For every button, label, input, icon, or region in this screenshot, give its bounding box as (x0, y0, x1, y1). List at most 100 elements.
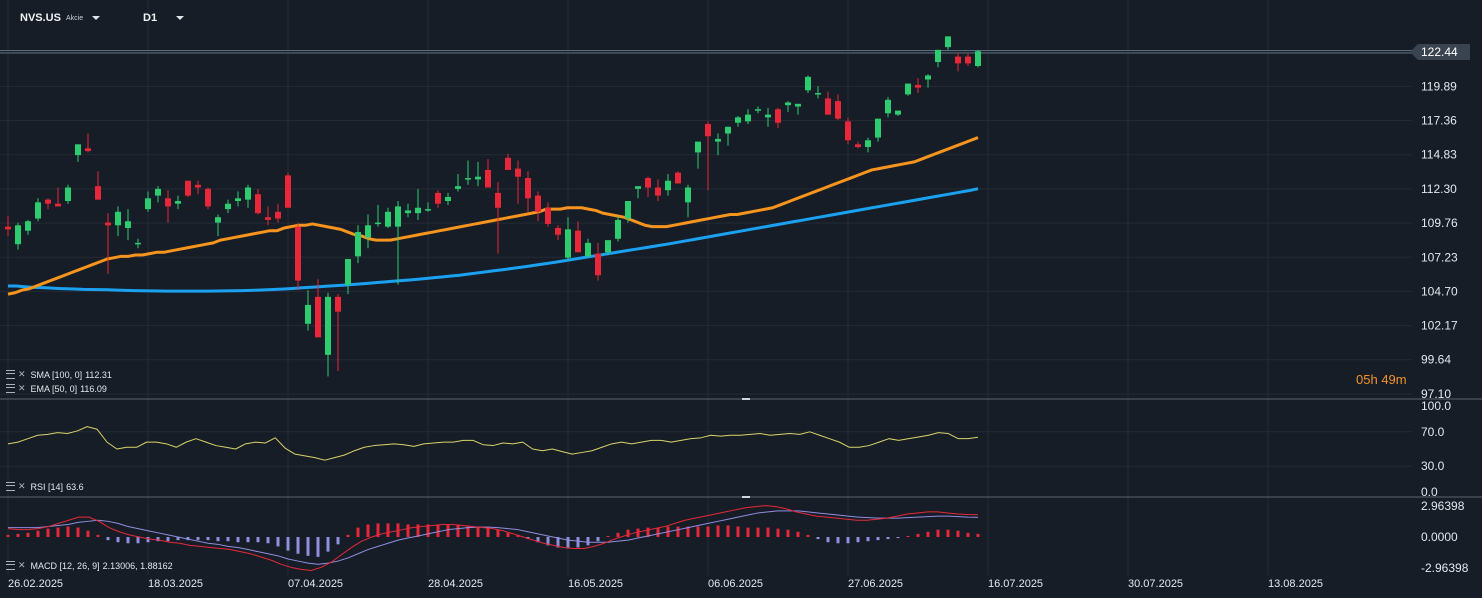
candle-body (785, 102, 791, 106)
macd-histogram-bar (346, 534, 350, 537)
symbol-selector[interactable]: NVS.US Akcie (20, 12, 101, 24)
candle-body (335, 296, 341, 312)
candle-body (715, 138, 721, 142)
last-price-label: 122.44 (1421, 45, 1458, 59)
settings-lines-icon[interactable] (6, 482, 15, 491)
macd-histogram-bar (236, 537, 240, 543)
rsi-legend[interactable]: ✕ RSI [14] 63.6 (6, 481, 84, 492)
macd-histogram-bar (796, 531, 800, 537)
macd-histogram-bar (96, 534, 100, 537)
candle-body (35, 202, 41, 219)
macd-histogram-bar (76, 527, 80, 537)
ema-legend-value: 116.09 (80, 383, 107, 394)
candle-body (365, 225, 371, 238)
candle-body (385, 211, 391, 227)
macd-histogram-bar (976, 533, 980, 537)
macd-histogram-bar (826, 537, 830, 543)
candle-body (575, 230, 581, 253)
symbol-label: NVS.US (20, 12, 61, 24)
macd-histogram-bar (6, 534, 10, 537)
macd-histogram-bar (366, 524, 370, 537)
macd-histogram-bar (706, 526, 710, 537)
candle-body (465, 178, 471, 180)
candle-body (275, 211, 281, 219)
candle-body (245, 187, 251, 200)
price-tick-label: 107.23 (1421, 250, 1458, 264)
sma-legend[interactable]: ✕ SMA [100, 0] 112.31 (6, 369, 112, 380)
date-tick-label: 07.04.2025 (288, 578, 343, 590)
candle-body (175, 201, 181, 204)
date-tick-label: 13.08.2025 (1268, 578, 1323, 590)
macd-histogram-bar (106, 537, 110, 541)
candle-body (65, 187, 71, 202)
macd-histogram-bar (856, 537, 860, 543)
macd-histogram-bar (926, 531, 930, 537)
macd-histogram-bar (146, 537, 150, 543)
candle-body (765, 114, 771, 118)
settings-lines-icon[interactable] (6, 370, 15, 379)
macd-histogram-bar (896, 537, 900, 539)
macd-histogram-bar (606, 535, 610, 537)
candle-body (945, 36, 951, 48)
macd-histogram-bar (616, 532, 620, 537)
candle-body (145, 198, 151, 210)
macd-histogram-bar (56, 527, 60, 537)
candle-body (735, 117, 741, 123)
candle-body (845, 121, 851, 141)
candle-body (495, 192, 501, 208)
candle-body (515, 168, 521, 177)
macd-histogram-bar (876, 537, 880, 541)
macd-histogram-bar (306, 537, 310, 556)
candle-body (705, 124, 711, 137)
macd-histogram-bar (276, 537, 280, 547)
candle-body (485, 169, 491, 188)
macd-histogram-bar (126, 537, 130, 544)
candle-body (195, 184, 201, 188)
candle-body (425, 209, 431, 211)
candle-body (555, 227, 561, 235)
candle-body (695, 141, 701, 153)
candle-body (185, 180, 191, 196)
candle-body (105, 222, 111, 226)
macd-histogram-bar (36, 530, 40, 537)
settings-lines-icon[interactable] (6, 384, 15, 393)
sma-legend-label: SMA [100, 0] (30, 369, 83, 380)
interval-selector[interactable]: D1 (143, 12, 185, 24)
close-icon[interactable]: ✕ (18, 369, 26, 380)
candle-body (915, 84, 921, 88)
chart-canvas[interactable]: 26.02.2025 18.03.2025 07.04.2025 28.04.2025… (0, 0, 1482, 598)
macd-histogram-bar (966, 532, 970, 537)
price-tick-label: 117.36 (1421, 114, 1457, 128)
candle-body (25, 221, 31, 231)
macd-tick-label: -2.96398 (1421, 561, 1469, 575)
macd-histogram-bar (476, 526, 480, 537)
macd-legend[interactable]: ✕ MACD [12, 26, 9] 2.13006, 1.88162 (6, 560, 173, 571)
macd-histogram-bar (206, 537, 210, 541)
macd-histogram-bar (586, 537, 590, 546)
macd-histogram-bar (576, 537, 580, 548)
macd-histogram-bar (696, 526, 700, 537)
rsi-tick-label: 0.0 (1421, 485, 1438, 499)
settings-lines-icon[interactable] (6, 561, 15, 570)
close-icon[interactable]: ✕ (18, 481, 26, 492)
candle-body (5, 226, 11, 230)
macd-histogram-bar (166, 537, 170, 542)
candle-body (15, 225, 21, 245)
price-tick-label: 104.70 (1421, 284, 1458, 298)
rsi-tick-label: 30.0 (1421, 459, 1445, 473)
macd-histogram-bar (46, 528, 50, 537)
ema-legend[interactable]: ✕ EMA [50, 0] 116.09 (6, 383, 107, 394)
candle-body (445, 196, 451, 202)
sma-line (8, 187, 979, 293)
macd-histogram-bar (266, 537, 270, 544)
macd-histogram-bar (336, 537, 340, 545)
macd-histogram-bar (26, 532, 30, 537)
close-icon[interactable]: ✕ (18, 383, 26, 394)
panel-resize-handle (742, 398, 750, 400)
macd-signal-line (8, 510, 979, 565)
macd-histogram-bar (196, 537, 200, 541)
close-icon[interactable]: ✕ (18, 560, 26, 571)
macd-histogram-bar (246, 537, 250, 543)
candle-body (375, 222, 381, 225)
candle-body (505, 157, 511, 170)
